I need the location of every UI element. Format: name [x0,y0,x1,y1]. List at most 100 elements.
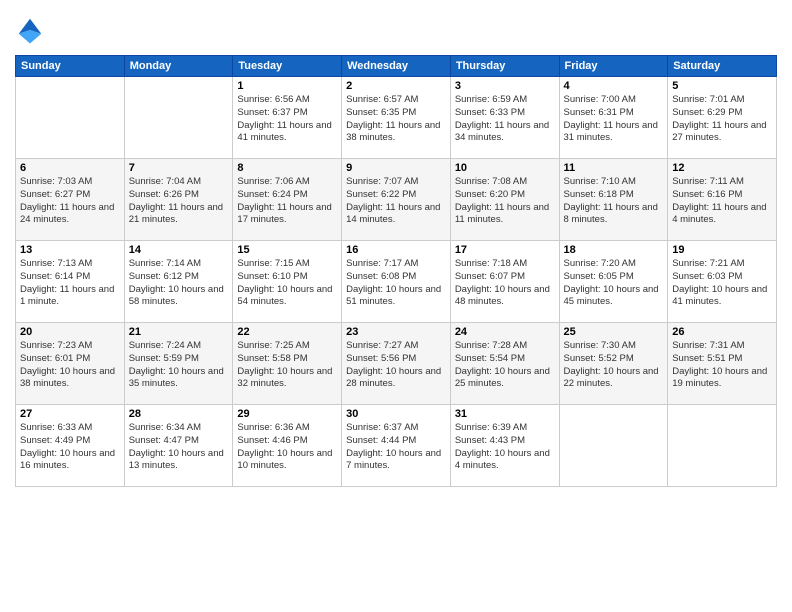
calendar-cell [559,405,668,487]
day-info: Sunrise: 6:34 AM Sunset: 4:47 PM Dayligh… [129,422,229,473]
calendar-cell: 13 Sunrise: 7:13 AM Sunset: 6:14 PM Dayli… [16,241,125,323]
calendar-cell: 22Sunrise: 7:25 AM Sunset: 5:58 PM Dayli… [233,323,342,405]
day-info: Sunrise: 7:07 AM Sunset: 6:22 PM Dayligh… [346,176,446,227]
calendar-cell: 11 Sunrise: 7:10 AM Sunset: 6:18 PM Dayli… [559,159,668,241]
day-info: Sunrise: 6:37 AM Sunset: 4:44 PM Dayligh… [346,422,446,473]
logo-icon [15,15,45,45]
day-info: Sunrise: 6:33 AM Sunset: 4:49 PM Dayligh… [20,422,120,473]
calendar-cell: 12 Sunrise: 7:11 AM Sunset: 6:16 PM Dayli… [668,159,777,241]
day-number: 24 [455,326,555,338]
day-info: Sunrise: 7:28 AM Sunset: 5:54 PM Dayligh… [455,340,555,391]
week-row-4: 20 Sunrise: 7:23 AM Sunset: 6:01 PM Dayli… [16,323,777,405]
day-info: Sunrise: 7:21 AM Sunset: 6:03 PM Dayligh… [672,258,772,309]
calendar-cell: 3 Sunrise: 6:59 AM Sunset: 6:33 PM Daylig… [450,77,559,159]
day-number: 8 [237,162,337,174]
calendar-cell: 30 Sunrise: 6:37 AM Sunset: 4:44 PM Dayli… [342,405,451,487]
weekday-header-thursday: Thursday [450,56,559,77]
weekday-header-tuesday: Tuesday [233,56,342,77]
day-number: 31 [455,408,555,420]
day-number: 11 [564,162,664,174]
day-number: 30 [346,408,446,420]
calendar-cell: 15 Sunrise: 7:15 AM Sunset: 6:10 PM Dayli… [233,241,342,323]
day-info: Sunrise: 7:11 AM Sunset: 6:16 PM Dayligh… [672,176,772,227]
day-number: 21 [129,326,229,338]
calendar-cell: 31 Sunrise: 6:39 AM Sunset: 4:43 PM Dayli… [450,405,559,487]
calendar-cell: 26Sunrise: 7:31 AM Sunset: 5:51 PM Dayli… [668,323,777,405]
day-number: 26 [672,326,772,338]
day-info: Sunrise: 7:30 AM Sunset: 5:52 PM Dayligh… [564,340,664,391]
day-info: Sunrise: 7:08 AM Sunset: 6:20 PM Dayligh… [455,176,555,227]
calendar-cell: 2 Sunrise: 6:57 AM Sunset: 6:35 PM Daylig… [342,77,451,159]
calendar-cell [124,77,233,159]
day-number: 28 [129,408,229,420]
weekday-header-wednesday: Wednesday [342,56,451,77]
calendar-cell: 25Sunrise: 7:30 AM Sunset: 5:52 PM Dayli… [559,323,668,405]
calendar-cell: 28 Sunrise: 6:34 AM Sunset: 4:47 PM Dayli… [124,405,233,487]
calendar-cell: 14Sunrise: 7:14 AM Sunset: 6:12 PM Dayli… [124,241,233,323]
day-info: Sunrise: 7:04 AM Sunset: 6:26 PM Dayligh… [129,176,229,227]
weekday-header-row: SundayMondayTuesdayWednesdayThursdayFrid… [16,56,777,77]
calendar-cell: 27 Sunrise: 6:33 AM Sunset: 4:49 PM Dayli… [16,405,125,487]
day-info: Sunrise: 7:00 AM Sunset: 6:31 PM Dayligh… [564,94,664,145]
day-number: 15 [237,244,337,256]
weekday-header-monday: Monday [124,56,233,77]
calendar-cell: 10 Sunrise: 7:08 AM Sunset: 6:20 PM Dayli… [450,159,559,241]
day-number: 16 [346,244,446,256]
day-info: Sunrise: 6:57 AM Sunset: 6:35 PM Dayligh… [346,94,446,145]
day-info: Sunrise: 6:59 AM Sunset: 6:33 PM Dayligh… [455,94,555,145]
calendar-cell: 6 Sunrise: 7:03 AM Sunset: 6:27 PM Daylig… [16,159,125,241]
day-info: Sunrise: 7:01 AM Sunset: 6:29 PM Dayligh… [672,94,772,145]
logo [15,15,49,45]
day-number: 12 [672,162,772,174]
calendar-cell: 7 Sunrise: 7:04 AM Sunset: 6:26 PM Daylig… [124,159,233,241]
day-number: 7 [129,162,229,174]
day-info: Sunrise: 7:14 AM Sunset: 6:12 PM Dayligh… [129,258,229,309]
day-info: Sunrise: 7:27 AM Sunset: 5:56 PM Dayligh… [346,340,446,391]
calendar-cell: 16 Sunrise: 7:17 AM Sunset: 6:08 PM Dayli… [342,241,451,323]
weekday-header-saturday: Saturday [668,56,777,77]
day-info: Sunrise: 7:10 AM Sunset: 6:18 PM Dayligh… [564,176,664,227]
calendar-cell: 19 Sunrise: 7:21 AM Sunset: 6:03 PM Dayli… [668,241,777,323]
day-number: 19 [672,244,772,256]
calendar-cell: 5 Sunrise: 7:01 AM Sunset: 6:29 PM Daylig… [668,77,777,159]
day-info: Sunrise: 7:23 AM Sunset: 6:01 PM Dayligh… [20,340,120,391]
week-row-1: 1Sunrise: 6:56 AM Sunset: 6:37 PM Daylig… [16,77,777,159]
calendar-cell: 4Sunrise: 7:00 AM Sunset: 6:31 PM Daylig… [559,77,668,159]
day-number: 22 [237,326,337,338]
day-number: 20 [20,326,120,338]
day-info: Sunrise: 7:06 AM Sunset: 6:24 PM Dayligh… [237,176,337,227]
day-number: 29 [237,408,337,420]
day-number: 3 [455,80,555,92]
day-info: Sunrise: 7:13 AM Sunset: 6:14 PM Dayligh… [20,258,120,309]
day-info: Sunrise: 7:24 AM Sunset: 5:59 PM Dayligh… [129,340,229,391]
calendar-cell [16,77,125,159]
day-info: Sunrise: 7:03 AM Sunset: 6:27 PM Dayligh… [20,176,120,227]
calendar-cell: 17 Sunrise: 7:18 AM Sunset: 6:07 PM Dayli… [450,241,559,323]
day-number: 17 [455,244,555,256]
calendar-cell: 29 Sunrise: 6:36 AM Sunset: 4:46 PM Dayli… [233,405,342,487]
page: SundayMondayTuesdayWednesdayThursdayFrid… [0,0,792,612]
day-number: 18 [564,244,664,256]
day-info: Sunrise: 7:15 AM Sunset: 6:10 PM Dayligh… [237,258,337,309]
week-row-2: 6 Sunrise: 7:03 AM Sunset: 6:27 PM Daylig… [16,159,777,241]
calendar: SundayMondayTuesdayWednesdayThursdayFrid… [15,55,777,487]
day-info: Sunrise: 6:36 AM Sunset: 4:46 PM Dayligh… [237,422,337,473]
calendar-cell: 24 Sunrise: 7:28 AM Sunset: 5:54 PM Dayli… [450,323,559,405]
day-number: 13 [20,244,120,256]
calendar-cell [668,405,777,487]
day-info: Sunrise: 7:18 AM Sunset: 6:07 PM Dayligh… [455,258,555,309]
week-row-3: 13 Sunrise: 7:13 AM Sunset: 6:14 PM Dayli… [16,241,777,323]
calendar-cell: 23 Sunrise: 7:27 AM Sunset: 5:56 PM Dayli… [342,323,451,405]
day-number: 27 [20,408,120,420]
day-number: 23 [346,326,446,338]
day-number: 6 [20,162,120,174]
day-number: 2 [346,80,446,92]
day-number: 5 [672,80,772,92]
calendar-cell: 9Sunrise: 7:07 AM Sunset: 6:22 PM Daylig… [342,159,451,241]
day-number: 1 [237,80,337,92]
day-info: Sunrise: 6:39 AM Sunset: 4:43 PM Dayligh… [455,422,555,473]
day-info: Sunrise: 7:20 AM Sunset: 6:05 PM Dayligh… [564,258,664,309]
day-number: 10 [455,162,555,174]
calendar-cell: 20 Sunrise: 7:23 AM Sunset: 6:01 PM Dayli… [16,323,125,405]
day-info: Sunrise: 7:17 AM Sunset: 6:08 PM Dayligh… [346,258,446,309]
